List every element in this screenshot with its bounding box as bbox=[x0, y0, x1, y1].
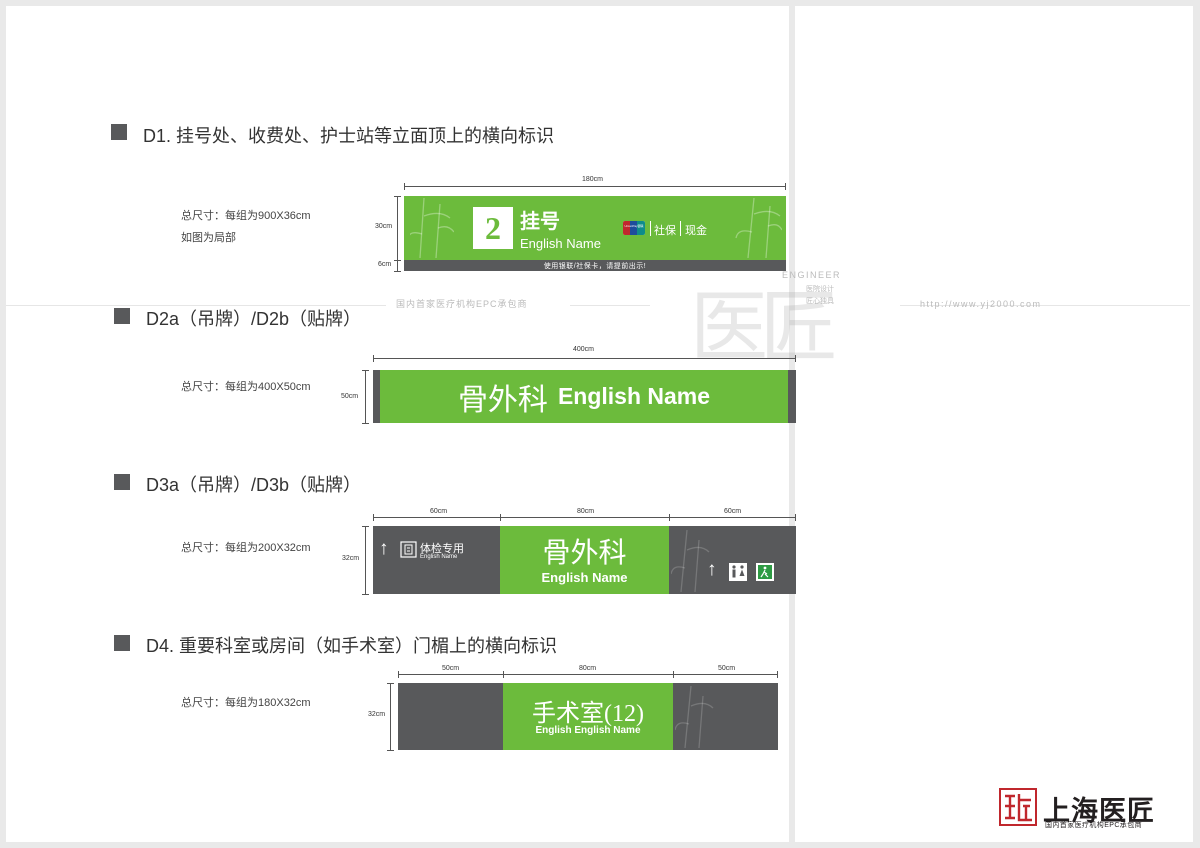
counter-name-cn: 挂号 bbox=[520, 211, 560, 233]
brand-tagline: 国内首家医疗机构EPC承包商 bbox=[1045, 822, 1142, 829]
room-name-en: English English Name bbox=[535, 725, 641, 736]
spec-d2-size: 总尺寸：每组为400X50cm bbox=[181, 381, 311, 393]
dim-tick bbox=[373, 514, 374, 521]
section-title-d4: D4. 重要科室或房间（如手术室）门楣上的横向标识 bbox=[146, 636, 558, 656]
dim-line-d2-height bbox=[365, 370, 366, 423]
dim-tick bbox=[373, 355, 374, 362]
watermark-rule-mid bbox=[570, 305, 650, 306]
dim-line-d4-width bbox=[398, 674, 778, 675]
unionpay-logo: UnionPay银联 bbox=[623, 221, 645, 235]
watermark-tagline: 国内首家医疗机构EPC承包商 bbox=[396, 299, 528, 309]
dim-tick bbox=[503, 671, 504, 678]
sign-d4-right-panel bbox=[673, 683, 778, 750]
sign-d2-green-face: 骨外科 English Name bbox=[380, 370, 788, 423]
arrow-up-icon: ↑ bbox=[379, 538, 389, 559]
counter-number-box: 2 bbox=[473, 207, 513, 249]
dim-label-d3-height: 32cm bbox=[342, 555, 360, 562]
dim-tick bbox=[394, 196, 401, 197]
dim-line-d3-height bbox=[365, 526, 366, 594]
dim-tick bbox=[398, 671, 399, 678]
dim-tick bbox=[785, 183, 786, 190]
spec-d3-size: 总尺寸：每组为200X32cm bbox=[181, 542, 311, 554]
dim-label-d4-left: 50cm bbox=[442, 665, 460, 672]
pay-social: 社保 bbox=[654, 225, 676, 237]
dim-label-d2-height: 50cm bbox=[341, 393, 359, 400]
left-panel-en: English Name bbox=[420, 554, 458, 560]
dim-tick bbox=[387, 683, 394, 684]
sign-d1-strip: 使用银联/社保卡，请提前出示! bbox=[404, 260, 786, 271]
section-title-d2: D2a（吊牌）/D2b（贴牌） bbox=[146, 309, 362, 329]
sign-d4-center-panel: 手术室(12) English English Name bbox=[503, 683, 673, 750]
pay-divider bbox=[680, 221, 681, 236]
dim-line-d3-width bbox=[373, 517, 796, 518]
dept-name-en: English Name bbox=[557, 383, 711, 409]
dept-name-en: English Name bbox=[541, 570, 628, 585]
dim-label-d1-main-height: 30cm bbox=[375, 223, 393, 230]
section-marker-d1 bbox=[111, 124, 127, 140]
spec-d1-note: 如图为局部 bbox=[181, 232, 236, 244]
dim-label-d2-width: 400cm bbox=[573, 346, 595, 353]
dim-line-d4-height bbox=[390, 683, 391, 750]
dim-tick bbox=[362, 423, 369, 424]
strip-note: 使用银联/社保卡，请提前出示! bbox=[543, 263, 647, 270]
spec-d1-size: 总尺寸：每组为900X36cm bbox=[181, 210, 311, 222]
section-marker-d2 bbox=[114, 308, 130, 324]
sign-d4-left-panel bbox=[398, 683, 503, 750]
dim-line-d1-width bbox=[404, 186, 786, 187]
section-marker-d3 bbox=[114, 474, 130, 490]
sign-d2-text-row: 骨外科 English Name bbox=[380, 370, 788, 423]
dim-tick bbox=[673, 671, 674, 678]
watermark-url: http://www.yj2000.com bbox=[920, 299, 1042, 309]
dim-tick bbox=[500, 514, 501, 521]
dim-tick bbox=[394, 271, 401, 272]
emergency-exit-icon bbox=[756, 563, 774, 581]
dim-label-d1-strip-height: 6cm bbox=[378, 261, 392, 268]
dim-tick bbox=[669, 514, 670, 521]
sign-d1-panel: 2 挂号 English Name UnionPay银联 社保 现金 bbox=[404, 196, 786, 260]
dim-tick bbox=[777, 671, 778, 678]
section-title-d3: D3a（吊牌）/D3b（贴牌） bbox=[146, 475, 362, 495]
dim-tick bbox=[795, 355, 796, 362]
bamboo-pattern-right bbox=[671, 530, 710, 592]
sign-d3-right-panel: ↑ bbox=[669, 526, 796, 594]
watermark-big-text: 医匠 bbox=[690, 284, 838, 371]
dim-tick bbox=[404, 183, 405, 190]
dim-line-d2-width bbox=[373, 358, 796, 359]
sign-d3-left-panel: ↑ 体检专用 English Name bbox=[373, 526, 500, 594]
dim-tick bbox=[362, 594, 369, 595]
section-title-d1: D1. 挂号处、收费处、护士站等立面顶上的横向标识 bbox=[143, 126, 555, 146]
dim-label-d1-width: 180cm bbox=[582, 176, 604, 183]
pay-divider bbox=[650, 221, 651, 236]
dim-tick bbox=[394, 260, 401, 261]
medical-exam-icon bbox=[400, 541, 417, 558]
dim-label-d4-right: 50cm bbox=[718, 665, 736, 672]
sign-d2-board: 骨外科 English Name bbox=[373, 370, 796, 423]
unionpay-logo-text: UnionPay银联 bbox=[624, 224, 644, 228]
dim-tick bbox=[795, 514, 796, 521]
counter-name-en: English Name bbox=[520, 236, 601, 251]
bamboo-pattern-right bbox=[735, 198, 782, 258]
dim-label-d4-height: 32cm bbox=[368, 711, 386, 718]
dim-label-d4-mid: 80cm bbox=[579, 665, 597, 672]
bamboo-pattern-left bbox=[410, 198, 454, 258]
spec-d4-size: 总尺寸：每组为180X32cm bbox=[181, 697, 311, 709]
dept-name-cn: 骨外科 bbox=[457, 383, 548, 417]
pay-cash: 现金 bbox=[685, 225, 707, 237]
dim-label-d3-mid: 80cm bbox=[577, 508, 595, 515]
section-marker-d4 bbox=[114, 635, 130, 651]
dim-tick bbox=[387, 750, 394, 751]
dept-name-cn: 骨外科 bbox=[542, 538, 627, 569]
sign-d3-center-panel: 骨外科 English Name bbox=[500, 526, 669, 594]
dim-label-d3-left: 60cm bbox=[430, 508, 448, 515]
bamboo-pattern-right bbox=[675, 686, 714, 748]
dim-label-d3-right: 60cm bbox=[724, 508, 742, 515]
room-name-cn: 手术室(12) bbox=[532, 701, 644, 727]
brand-seal-icon bbox=[999, 788, 1037, 826]
dim-tick bbox=[362, 526, 369, 527]
arrow-up-icon: ↑ bbox=[707, 559, 717, 580]
sheet-right bbox=[795, 6, 1193, 842]
restroom-icon bbox=[729, 563, 747, 581]
dim-tick bbox=[362, 370, 369, 371]
